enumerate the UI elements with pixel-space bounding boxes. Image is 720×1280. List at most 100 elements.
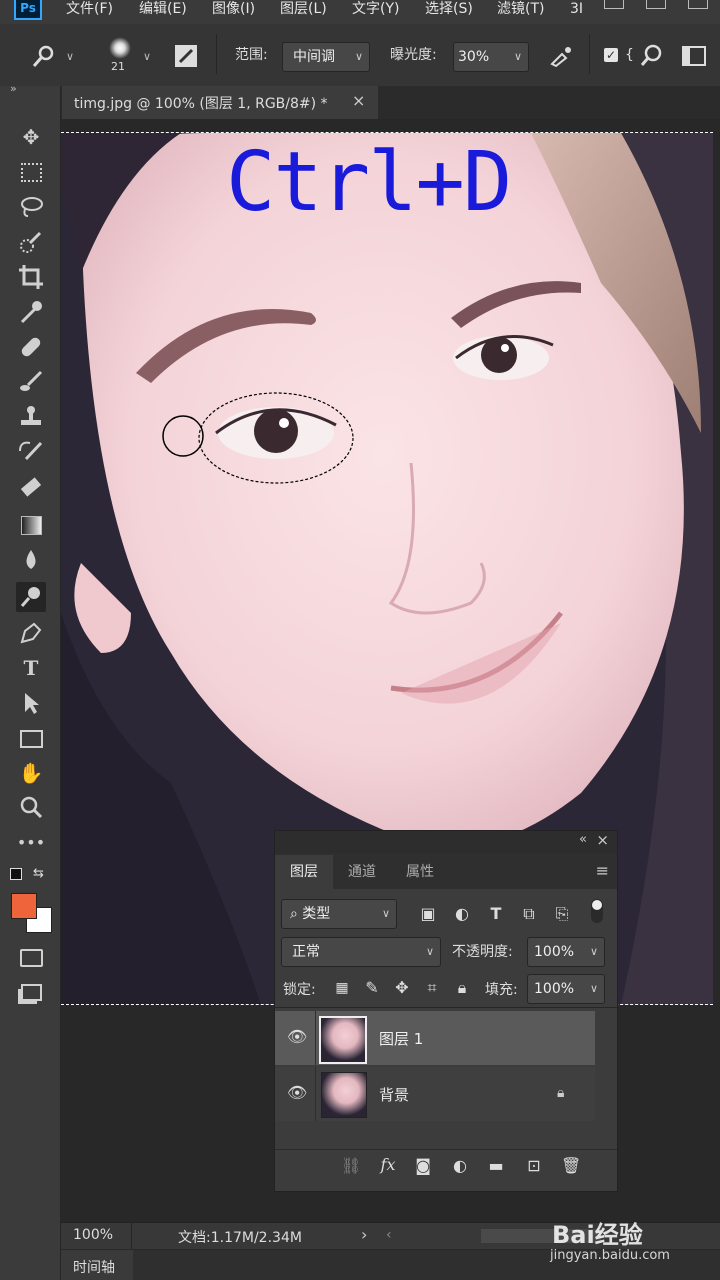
- menu-file[interactable]: 文件(F): [66, 0, 113, 20]
- filter-adjustment-icon[interactable]: ◐: [453, 905, 471, 923]
- timeline-tab[interactable]: 时间轴: [61, 1250, 133, 1280]
- history-brush-icon[interactable]: [16, 437, 46, 467]
- layers-scrollbar[interactable]: [595, 1011, 617, 1131]
- range-dropdown[interactable]: 中间调 ∨: [282, 42, 370, 72]
- layer-row-layer1[interactable]: 👁︎ 图层 1: [275, 1011, 595, 1065]
- close-window-button[interactable]: [688, 0, 708, 9]
- separator: [589, 34, 590, 74]
- eye-icon[interactable]: 👁︎: [287, 1083, 307, 1102]
- new-group-icon[interactable]: ▬: [487, 1157, 505, 1175]
- tab-properties[interactable]: 属性: [391, 855, 449, 889]
- panel-title-bar[interactable]: « ×: [275, 831, 617, 853]
- quick-mask-icon[interactable]: [16, 942, 46, 972]
- brush-icon[interactable]: [16, 367, 46, 397]
- layer-row-background[interactable]: 👁︎ 背景 🔒︎: [275, 1067, 595, 1121]
- default-colors-icon[interactable]: [10, 868, 22, 880]
- scroll-left-icon[interactable]: ‹: [386, 1227, 392, 1243]
- delete-layer-icon[interactable]: 🗑︎: [561, 1157, 581, 1175]
- eraser-icon[interactable]: [16, 472, 46, 502]
- separator: [216, 34, 217, 74]
- screen-mode-icon[interactable]: [16, 977, 46, 1007]
- close-tab-icon[interactable]: ×: [352, 91, 365, 110]
- fill-input[interactable]: 100% ∨: [527, 974, 605, 1004]
- more-icon[interactable]: •••: [16, 828, 46, 858]
- dodge-tool-preset-icon[interactable]: [30, 44, 58, 70]
- menu-type[interactable]: 文字(Y): [352, 0, 399, 20]
- filter-pixel-icon[interactable]: ▣: [419, 905, 437, 923]
- lock-image-icon[interactable]: ✎: [363, 979, 381, 997]
- timeline-label: 时间轴: [73, 1260, 115, 1276]
- eye-icon[interactable]: 👁︎: [287, 1027, 307, 1046]
- add-mask-icon[interactable]: ◙: [414, 1157, 432, 1175]
- menu-image[interactable]: 图像(I): [212, 0, 255, 20]
- search-icon[interactable]: [640, 44, 664, 68]
- options-bar: ∨ 21 ∨ 范围: 中间调 ∨ 曝光度: 30% ∨ ✓ {: [0, 24, 720, 87]
- zoom-level[interactable]: 100%: [73, 1227, 113, 1243]
- blend-mode-dropdown[interactable]: 正常 ∨: [281, 937, 441, 967]
- hand-icon[interactable]: ✋: [16, 758, 46, 788]
- tab-layers[interactable]: 图层: [275, 855, 333, 889]
- crop-icon[interactable]: [16, 262, 46, 292]
- minimize-button[interactable]: [604, 0, 624, 9]
- blur-icon[interactable]: [16, 545, 46, 575]
- quick-select-icon[interactable]: [16, 227, 46, 257]
- swap-colors-icon[interactable]: ⇆: [33, 866, 44, 881]
- collapse-panel-icon[interactable]: «: [579, 832, 587, 847]
- brush-settings-icon[interactable]: [174, 44, 198, 68]
- lock-transparent-icon[interactable]: ▦: [333, 979, 351, 997]
- panel-menu-icon[interactable]: ≡: [596, 861, 609, 880]
- menu-filter[interactable]: 滤镜(T): [497, 0, 544, 20]
- filter-kind-dropdown[interactable]: ⌕ 类型 ∨: [281, 899, 397, 929]
- status-menu-arrow[interactable]: ›: [361, 1225, 367, 1244]
- lasso-icon[interactable]: [16, 192, 46, 222]
- protect-tones-checkbox[interactable]: ✓: [604, 48, 618, 62]
- filter-toggle[interactable]: [591, 899, 603, 923]
- chevron-down-icon[interactable]: ∨: [66, 48, 74, 66]
- menu-edit[interactable]: 编辑(E): [139, 0, 187, 20]
- dodge-icon[interactable]: [16, 582, 46, 612]
- layer-name[interactable]: 图层 1: [379, 1028, 423, 1049]
- lock-label: 锁定:: [283, 982, 316, 998]
- link-layers-icon[interactable]: ⛓︎: [341, 1157, 361, 1175]
- airbrush-icon[interactable]: [548, 44, 574, 68]
- close-panel-icon[interactable]: ×: [596, 831, 609, 849]
- pen-icon[interactable]: [16, 618, 46, 648]
- exposure-input[interactable]: 30% ∨: [453, 42, 529, 72]
- divider: [131, 1223, 132, 1249]
- maximize-button[interactable]: [646, 0, 666, 9]
- zoom-icon[interactable]: [16, 793, 46, 823]
- eyedropper-icon[interactable]: [16, 297, 46, 327]
- protect-tones-label: {: [625, 47, 634, 63]
- path-select-icon[interactable]: [16, 688, 46, 718]
- gradient-icon[interactable]: [16, 510, 46, 540]
- menu-3d[interactable]: 3I: [570, 0, 583, 20]
- filter-shape-icon[interactable]: ⧉: [520, 905, 538, 923]
- collapse-toolbar-icon[interactable]: »: [10, 82, 17, 95]
- lock-artboard-icon[interactable]: ⌗: [423, 979, 441, 997]
- foreground-color-swatch[interactable]: [11, 893, 37, 919]
- menu-select[interactable]: 选择(S): [425, 0, 473, 20]
- document-tab[interactable]: timg.jpg @ 100% (图层 1, RGB/8#) * ×: [62, 86, 378, 119]
- rectangle-icon[interactable]: [16, 723, 46, 753]
- move-icon[interactable]: ✥: [16, 122, 46, 152]
- type-icon[interactable]: T: [16, 653, 46, 683]
- fx-icon[interactable]: fx: [379, 1156, 397, 1174]
- chevron-down-icon[interactable]: ∨: [143, 48, 151, 66]
- lock-position-icon[interactable]: ✥: [393, 979, 411, 997]
- opacity-input[interactable]: 100% ∨: [527, 937, 605, 967]
- layers-panel: « × 图层 通道 属性 ≡ ⌕ 类型 ∨ ▣ ◐ T ⧉ ⎘ 正常 ∨ 不透明…: [274, 830, 618, 1192]
- new-adjustment-icon[interactable]: ◐: [451, 1157, 469, 1175]
- tab-channels[interactable]: 通道: [333, 855, 391, 889]
- stamp-icon[interactable]: [16, 402, 46, 432]
- lock-all-icon[interactable]: 🔒︎: [453, 979, 471, 997]
- marquee-icon[interactable]: [16, 157, 46, 187]
- filter-type-icon[interactable]: T: [487, 905, 505, 923]
- menu-layer[interactable]: 图层(L): [280, 0, 327, 20]
- layer-name[interactable]: 背景: [379, 1084, 409, 1105]
- filter-smart-object-icon[interactable]: ⎘: [553, 905, 571, 923]
- brush-preview-icon[interactable]: [109, 37, 131, 59]
- workspace-icon[interactable]: [682, 46, 706, 66]
- new-layer-icon[interactable]: ⊡: [525, 1157, 543, 1175]
- healing-icon[interactable]: [16, 332, 46, 362]
- range-label: 范围:: [235, 47, 268, 63]
